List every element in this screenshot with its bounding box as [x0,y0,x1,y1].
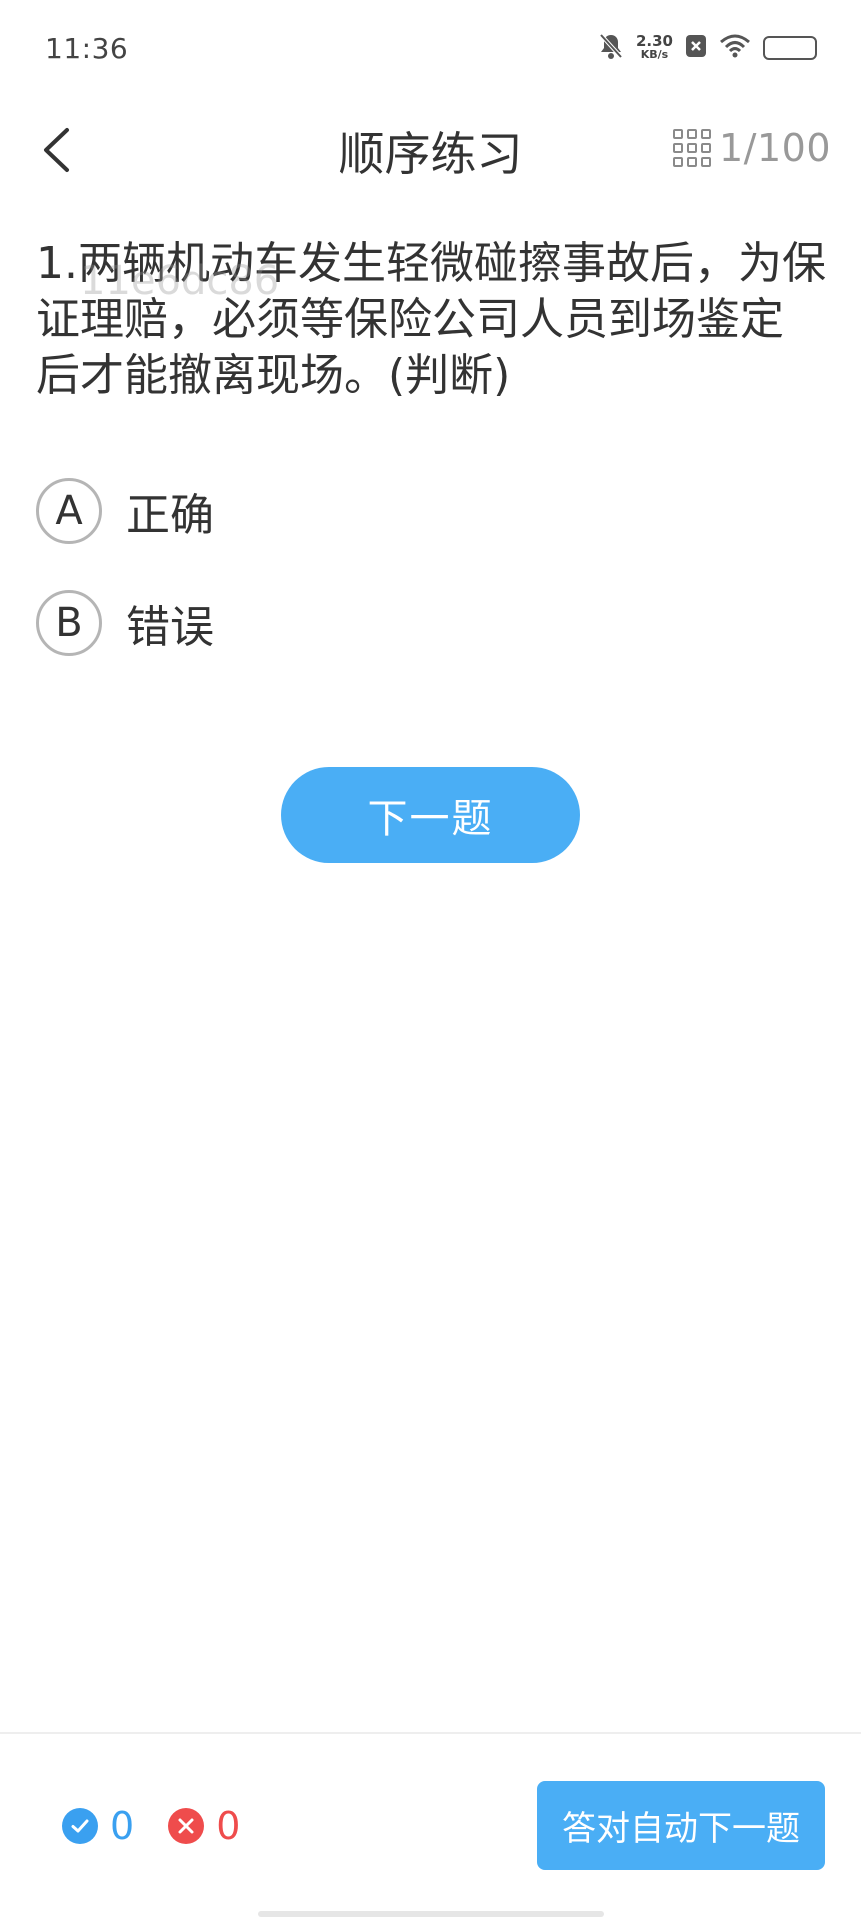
question-text: 1.两辆机动车发生轻微碰擦事故后，为保证理赔，必须等保险公司人员到场鉴定后才能撤… [36,238,826,401]
option-b-letter: B [36,590,102,656]
notification-x-icon [685,34,707,62]
wrong-count: 0 [216,1804,241,1848]
battery-icon [763,36,817,60]
correct-count: 0 [110,1804,135,1848]
option-a-text: 正确 [126,490,214,541]
option-a[interactable]: A 正确 [36,476,636,546]
option-a-letter: A [36,478,102,544]
bell-off-icon [598,32,624,64]
status-time: 11:36 [45,32,129,65]
auto-next-toggle-button[interactable]: 答对自动下一题 [537,1781,825,1870]
wrong-score: 0 [168,1804,240,1848]
option-b[interactable]: B 错误 [36,588,636,658]
header: 顺序练习 1/100 [0,100,861,200]
question-progress[interactable]: 1/100 [672,126,831,170]
option-b-text: 错误 [126,602,214,653]
screen: 11:36 2.30 KB/s 顺序练习 1/100 1.两辆机动车发生轻微碰擦… [0,0,861,1920]
bottom-divider [0,1732,861,1734]
check-circle-icon [62,1808,98,1844]
home-indicator[interactable] [258,1911,604,1917]
net-speed-value: 2.30 [635,32,673,50]
progress-text: 1/100 [718,126,831,170]
next-question-button[interactable]: 下一题 [281,767,580,863]
score-summary: 0 0 [62,1804,274,1848]
status-bar: 11:36 2.30 KB/s [0,0,861,100]
grid-icon [672,129,711,167]
correct-score: 0 [62,1804,134,1848]
net-speed-unit: KB/s [640,48,669,61]
net-speed: 2.30 KB/s [636,34,673,62]
wifi-icon [719,34,751,62]
status-icons: 2.30 KB/s [598,28,817,68]
x-circle-icon [168,1808,205,1844]
